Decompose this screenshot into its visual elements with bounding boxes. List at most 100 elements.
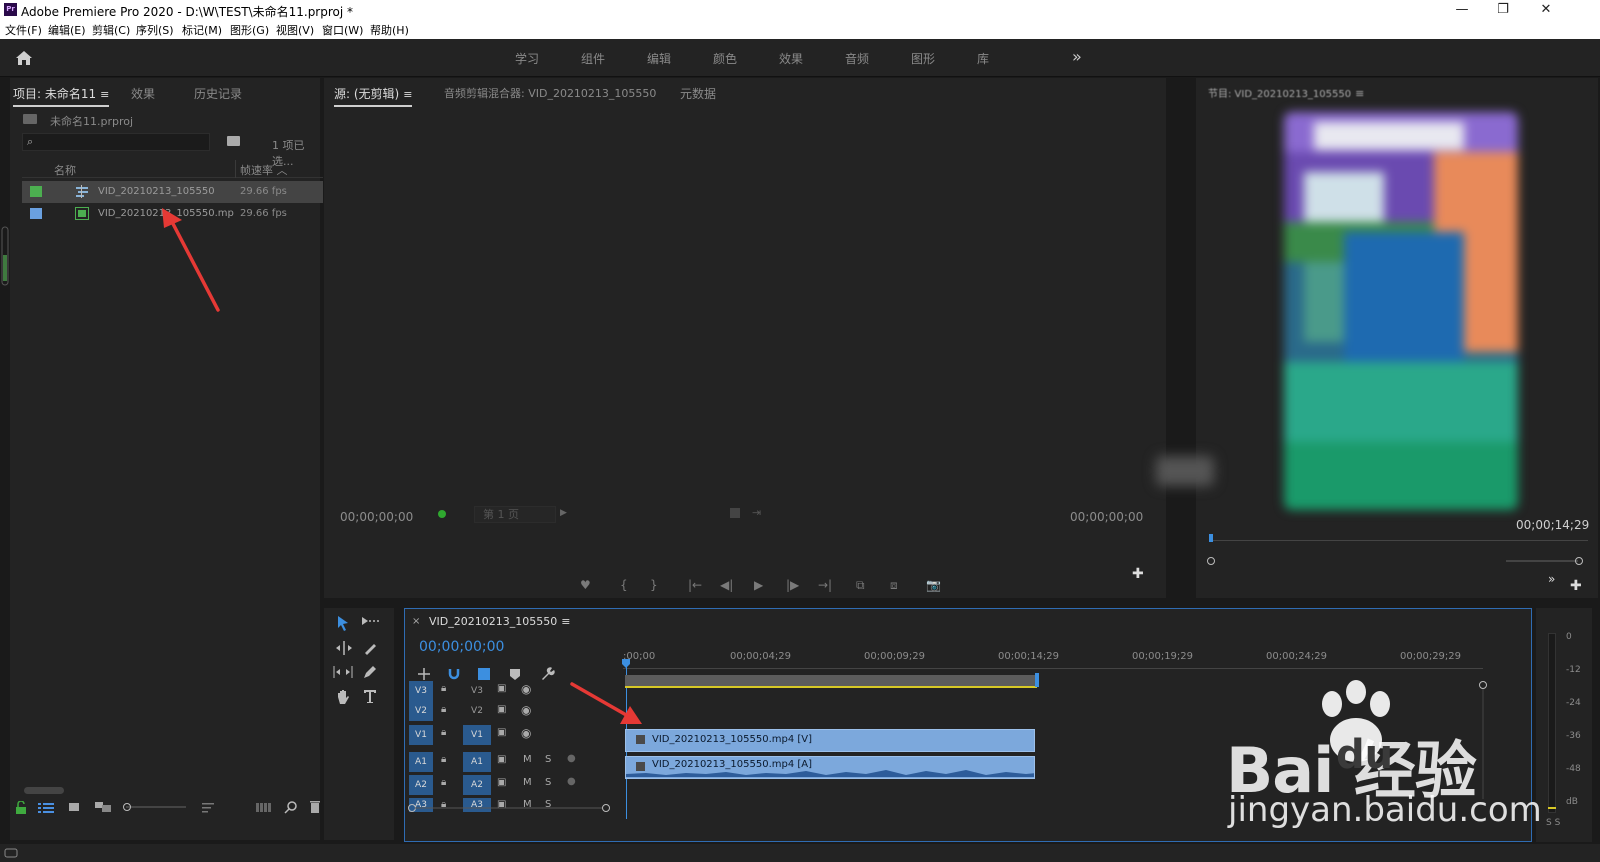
lock-track-icon[interactable]: 🔒︎ <box>441 754 446 765</box>
tab-effects[interactable]: 效果 <box>131 85 155 102</box>
voiceover-mic-icon[interactable]: ● <box>567 753 576 764</box>
column-framerate[interactable]: 帧速率 ︿ <box>240 162 288 178</box>
menu-window[interactable]: 窗口(W) <box>322 22 363 38</box>
tab-metadata[interactable]: 元数据 <box>680 85 716 102</box>
mute-track-button[interactable]: M <box>523 754 532 765</box>
label-color-swatch[interactable] <box>30 208 42 219</box>
source-patch-v3[interactable]: V3 <box>409 681 433 701</box>
project-search-input[interactable]: ⌕ <box>22 133 210 151</box>
track-target-v3[interactable]: V3 <box>463 681 491 701</box>
track-target-a1[interactable]: A1 <box>463 752 491 772</box>
voiceover-mic-icon[interactable]: ● <box>567 776 576 787</box>
workspace-color[interactable]: 颜色 <box>713 50 737 67</box>
track-target-v1[interactable]: V1 <box>463 725 491 745</box>
program-menu-icon[interactable]: ≡ <box>1355 87 1364 100</box>
automate-sequence-icon[interactable] <box>256 802 272 813</box>
tab-project[interactable]: 项目: 未命名11 ≡ <box>13 85 110 107</box>
nest-icon[interactable] <box>417 667 431 681</box>
program-scrub-bar[interactable] <box>1212 540 1588 541</box>
source-page-select[interactable]: 第 1 页 <box>474 506 556 523</box>
sync-lock-icon[interactable]: ▣ <box>497 683 506 694</box>
freeform-view-icon[interactable] <box>94 801 112 813</box>
source-patch-a1[interactable]: A1 <box>409 752 433 772</box>
menu-edit[interactable]: 编辑(E) <box>48 22 86 38</box>
type-tool-icon[interactable] <box>362 688 378 704</box>
overwrite-clip-icon[interactable]: ⧈ <box>890 578 898 593</box>
source-patch-v2[interactable]: V2 <box>409 701 433 721</box>
fit-icon[interactable] <box>730 508 740 518</box>
menu-graphics[interactable]: 图形(G) <box>230 22 269 38</box>
hand-tool-icon[interactable] <box>334 688 352 706</box>
mark-out-icon[interactable]: } <box>650 578 658 592</box>
work-area-bar[interactable] <box>625 675 1037 688</box>
close-sequence-icon[interactable]: × <box>412 616 420 627</box>
go-to-out-icon[interactable]: →| <box>818 578 832 592</box>
audio-clip[interactable]: VID_20210213_105550.mp4 [A] <box>625 756 1035 779</box>
ripple-edit-tool-icon[interactable] <box>334 640 354 656</box>
toggle-output-eye-icon[interactable]: ◉ <box>521 703 531 717</box>
trash-icon[interactable] <box>310 800 320 814</box>
zoom-slider[interactable] <box>122 802 188 812</box>
workspace-learn[interactable]: 学习 <box>515 50 539 67</box>
track-target-v2[interactable]: V2 <box>463 701 491 721</box>
razor-tool-icon[interactable] <box>362 640 378 656</box>
restore-button[interactable]: ❐ <box>1481 0 1525 20</box>
page-next-icon[interactable]: ▶ <box>560 508 567 518</box>
insert-clip-icon[interactable]: ⧉ <box>856 578 865 593</box>
sync-lock-icon[interactable]: ▣ <box>497 754 506 765</box>
video-clip[interactable]: VID_20210213_105550.mp4 [V] <box>625 729 1035 752</box>
sort-icons-icon[interactable] <box>202 802 216 813</box>
lock-track-icon[interactable]: 🔒︎ <box>441 727 446 738</box>
solo-track-button[interactable]: S <box>545 754 551 765</box>
lock-track-icon[interactable]: 🔒︎ <box>441 704 446 715</box>
insert-icon[interactable]: ⇥ <box>752 506 761 519</box>
mute-track-button[interactable]: M <box>523 777 532 788</box>
workspace-graphics[interactable]: 图形 <box>911 50 935 67</box>
workspace-more-icon[interactable]: » <box>1072 47 1082 66</box>
meter-solo-buttons[interactable]: S S <box>1546 818 1560 828</box>
time-ruler-ticks[interactable] <box>623 663 1483 669</box>
tab-audio-clip-mixer[interactable]: 音频剪辑混合器: VID_20210213_105550 <box>444 85 656 101</box>
sequence-menu-icon[interactable]: ≡ <box>561 615 570 628</box>
mark-in-icon[interactable]: { <box>620 578 628 592</box>
step-forward-icon[interactable]: |▶ <box>786 578 799 592</box>
selection-tool-icon[interactable] <box>334 614 352 632</box>
playhead-handle[interactable] <box>621 659 631 669</box>
source-patch-v1[interactable]: V1 <box>409 725 433 745</box>
sync-lock-icon[interactable]: ▣ <box>497 777 506 788</box>
menu-clip[interactable]: 剪辑(C) <box>92 22 130 38</box>
menu-help[interactable]: 帮助(H) <box>370 22 409 38</box>
lock-track-icon[interactable]: 🔒︎ <box>441 683 446 694</box>
toggle-output-eye-icon[interactable]: ◉ <box>521 682 531 696</box>
lock-icon[interactable] <box>14 801 28 815</box>
tab-source[interactable]: 源: (无剪辑) ≡ <box>334 85 413 107</box>
workspace-libraries[interactable]: 库 <box>977 50 989 67</box>
track-header-zoom[interactable] <box>407 803 617 813</box>
project-item-sequence[interactable]: VID_20210213_105550 29.66 fps <box>22 181 323 203</box>
settings-wrench-icon[interactable] <box>539 666 555 682</box>
list-view-icon[interactable] <box>38 802 54 814</box>
new-bin-icon[interactable] <box>227 136 240 146</box>
timeline-playhead-timecode[interactable]: 00;00;00;00 <box>419 639 504 655</box>
workspace-assembly[interactable]: 组件 <box>581 50 605 67</box>
project-horizontal-scrollbar[interactable] <box>24 787 64 794</box>
slip-tool-icon[interactable] <box>332 664 354 680</box>
step-back-icon[interactable]: ◀| <box>720 578 733 592</box>
tab-program[interactable]: 节目: VID_20210213_105550 ≡ <box>1208 85 1364 100</box>
menu-marker[interactable]: 标记(M) <box>182 22 222 38</box>
play-icon[interactable]: ▶ <box>754 578 763 592</box>
program-playhead[interactable] <box>1209 534 1213 542</box>
column-separator[interactable] <box>235 160 236 178</box>
source-patch-a2[interactable]: A2 <box>409 775 433 795</box>
pen-tool-icon[interactable] <box>362 664 378 680</box>
export-frame-icon[interactable]: 📷 <box>926 578 941 592</box>
tab-history[interactable]: 历史记录 <box>194 85 242 102</box>
lock-track-icon[interactable]: 🔒︎ <box>441 777 446 788</box>
menu-sequence[interactable]: 序列(S) <box>136 22 174 38</box>
program-more-icon[interactable]: » <box>1548 572 1555 586</box>
track-target-a2[interactable]: A2 <box>463 775 491 795</box>
label-color-swatch[interactable] <box>30 186 42 197</box>
out-point-marker[interactable] <box>1035 673 1039 687</box>
workspace-editing[interactable]: 编辑 <box>647 50 671 67</box>
workspace-audio[interactable]: 音频 <box>845 50 869 67</box>
